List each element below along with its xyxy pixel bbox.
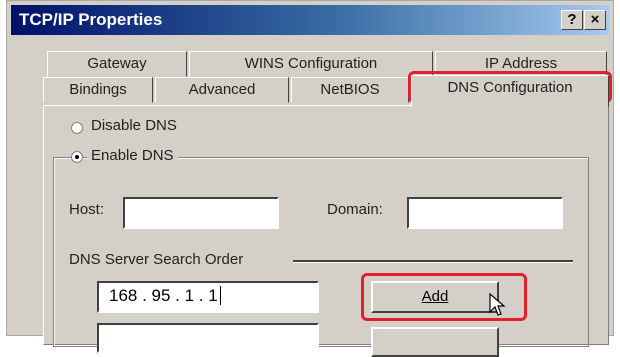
search-order-label: DNS Server Search Order (69, 251, 244, 268)
tab-ip-address[interactable]: IP Address (435, 51, 607, 77)
mouse-pointer-icon (489, 293, 506, 316)
dns-server-list[interactable] (97, 323, 319, 353)
tab-advanced[interactable]: Advanced (155, 77, 289, 103)
tab-netbios[interactable]: NetBIOS (291, 77, 409, 103)
tab-gateway[interactable]: Gateway (47, 51, 187, 77)
tab-dns-configuration[interactable]: DNS Configuration (411, 75, 609, 107)
tab-netbios-label: NetBIOS (320, 81, 380, 98)
enable-dns-label: Enable DNS (87, 147, 178, 164)
domain-input[interactable] (407, 197, 563, 229)
dns-server-input[interactable]: 168 . 95 . 1 . 1 (97, 281, 319, 313)
disable-dns-label: Disable DNS (91, 117, 177, 134)
tab-dns-configuration-label: DNS Configuration (447, 79, 573, 96)
host-label: Host: (69, 201, 105, 218)
tab-advanced-label: Advanced (188, 81, 256, 98)
tab-ip-address-label: IP Address (484, 55, 558, 72)
tab-gateway-label: Gateway (87, 55, 147, 72)
search-order-separator (293, 260, 573, 263)
tab-wins-configuration-label: WINS Configuration (244, 55, 378, 72)
tab-wins-configuration[interactable]: WINS Configuration (189, 51, 433, 77)
close-icon: × (590, 11, 600, 28)
add-button-label: Add (421, 288, 449, 305)
domain-label: Domain: (327, 201, 383, 218)
enable-dns-radio[interactable] (71, 151, 83, 163)
tcpip-properties-dialog: TCP/IP Properties ? × Gateway WINS Confi… (6, 0, 614, 357)
dns-server-value: 168 . 95 . 1 . 1 (109, 286, 218, 305)
help-icon: ? (567, 11, 577, 28)
tab-bindings-label: Bindings (69, 81, 127, 98)
add-button[interactable]: Add (371, 281, 499, 313)
remove-button[interactable] (371, 327, 499, 357)
disable-dns-radio[interactable] (71, 122, 83, 134)
text-cursor (219, 286, 221, 305)
window-title: TCP/IP Properties (19, 10, 163, 29)
tab-bindings[interactable]: Bindings (43, 77, 153, 103)
host-input[interactable] (123, 197, 279, 229)
help-button[interactable]: ? (561, 10, 583, 30)
close-button[interactable]: × (584, 10, 606, 30)
title-bar: TCP/IP Properties ? × (11, 5, 609, 35)
